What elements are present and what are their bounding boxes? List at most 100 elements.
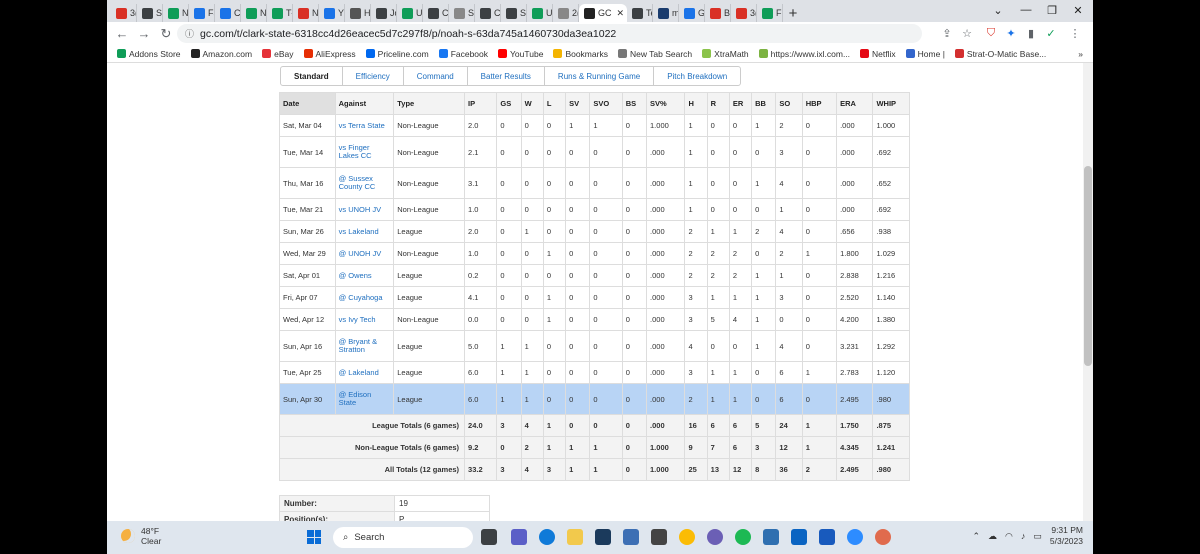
forward-icon[interactable]: → <box>133 24 155 44</box>
reload-icon[interactable]: ↻ <box>155 24 177 44</box>
app-icon[interactable] <box>707 529 723 545</box>
column-header[interactable]: SV <box>565 92 591 115</box>
weather-widget[interactable]: 48°F Clear <box>121 526 161 546</box>
opponent-link[interactable]: @ UNOH JV <box>334 242 395 265</box>
tab[interactable]: Fa <box>189 4 215 22</box>
table-row[interactable]: Sat, Mar 04 vs Terra State Non-League 2.0 0 0… <box>279 114 910 137</box>
tab[interactable]: N <box>241 4 267 22</box>
app-swirl-icon[interactable] <box>875 529 891 545</box>
bookmark-item[interactable]: Bookmarks <box>553 49 608 59</box>
new-tab-button[interactable]: + <box>783 4 803 22</box>
more-bookmarks-icon[interactable]: » <box>1078 49 1083 59</box>
column-header[interactable]: W <box>520 92 544 115</box>
bookmark-item[interactable]: Strat-O-Matic Base... <box>954 49 1046 59</box>
opponent-link[interactable]: vs UNOH JV <box>334 198 395 221</box>
back-icon[interactable]: ← <box>111 24 133 44</box>
subtab-command[interactable]: Command <box>404 67 468 85</box>
subtab-runs-running-game[interactable]: Runs & Running Game <box>545 67 655 85</box>
tab[interactable]: Bi <box>705 4 731 22</box>
column-header[interactable]: IP <box>464 92 498 115</box>
wifi-icon[interactable]: ◠ <box>1005 531 1013 542</box>
bookmark-item[interactable]: New Tab Search <box>617 49 692 59</box>
column-header[interactable]: BB <box>751 92 777 115</box>
bookmark-item[interactable]: Home | <box>905 49 945 59</box>
tab[interactable]: Yc <box>319 4 345 22</box>
file-explorer-icon[interactable] <box>567 529 583 545</box>
onedrive-icon[interactable]: ☁ <box>988 531 997 542</box>
taskbar-search[interactable]: ⌕ Search <box>333 527 473 548</box>
subtab-batter-results[interactable]: Batter Results <box>468 67 545 85</box>
calculator-icon[interactable] <box>651 529 667 545</box>
bookmark-item[interactable]: eBay <box>262 49 294 59</box>
battery-icon[interactable]: ▭ <box>1033 531 1042 542</box>
table-row[interactable]: Fri, Apr 07 @ Cuyahoga League 4.1 0 0 1 0 0 0.000… <box>279 286 910 309</box>
share-icon[interactable]: ⇪ <box>939 25 955 41</box>
column-header[interactable]: GS <box>496 92 522 115</box>
opponent-link[interactable]: vs Finger Lakes CC <box>334 136 395 168</box>
column-header[interactable]: R <box>706 92 730 115</box>
tab[interactable]: Cl <box>475 4 501 22</box>
notification-app-icon[interactable] <box>763 529 779 545</box>
tab[interactable]: Fi <box>757 4 783 22</box>
page-scrollbar[interactable] <box>1083 63 1093 521</box>
column-header[interactable]: SV% <box>646 92 686 115</box>
edge-icon[interactable] <box>539 529 555 545</box>
column-header[interactable]: ERA <box>836 92 874 115</box>
opponent-link[interactable]: @ Lakeland <box>334 361 395 384</box>
column-header[interactable]: WHIP <box>872 92 910 115</box>
bookmark-item[interactable]: XtraMath <box>702 49 749 59</box>
tab[interactable]: 2( <box>553 4 579 22</box>
tab[interactable]: 3( <box>111 4 137 22</box>
tab[interactable]: G <box>679 4 705 22</box>
tab[interactable]: U <box>527 4 553 22</box>
tab[interactable]: Tł <box>267 4 293 22</box>
tab[interactable]: m <box>653 4 679 22</box>
side-panel-icon[interactable]: ▮ <box>1023 25 1039 41</box>
opponent-link[interactable]: vs Ivy Tech <box>334 308 395 331</box>
column-header[interactable]: SVO <box>589 92 623 115</box>
opponent-link[interactable]: @ Sussex County CC <box>334 167 395 199</box>
bookmark-star-icon[interactable]: ☆ <box>959 25 975 41</box>
column-header[interactable]: H <box>684 92 708 115</box>
table-row[interactable]: Sat, Apr 01 @ Owens League 0.2 0 0 0 0 0 0.000 2 2 2… <box>279 264 910 287</box>
spotify-icon[interactable] <box>735 529 751 545</box>
column-header[interactable]: ER <box>728 92 753 115</box>
opponent-link[interactable]: @ Bryant & Stratton <box>334 330 395 362</box>
tab[interactable]: U <box>397 4 423 22</box>
bookmark-item[interactable]: https://www.ixl.com... <box>758 49 850 59</box>
opponent-link[interactable]: @ Edison State <box>334 383 395 415</box>
bookmark-item[interactable]: YouTube <box>498 49 543 59</box>
column-header[interactable]: HBP <box>801 92 838 115</box>
bookmark-item[interactable]: Priceline.com <box>365 49 429 59</box>
maximize-button[interactable]: ❐ <box>1039 0 1065 20</box>
extension-check-icon[interactable]: ✓ <box>1043 25 1059 41</box>
tab[interactable]: St <box>501 4 527 22</box>
table-row[interactable]: Sun, Apr 16 @ Bryant & Stratton League 5.0 1… <box>279 330 910 362</box>
bookmark-item[interactable]: Netflix <box>860 49 896 59</box>
chrome-icon[interactable] <box>679 529 695 545</box>
table-row[interactable]: Tue, Mar 14 vs Finger Lakes CC Non-League 2… <box>279 136 910 168</box>
column-header[interactable]: L <box>542 92 567 115</box>
zoom-icon[interactable] <box>847 529 863 545</box>
site-info-icon[interactable]: ⓘ <box>185 27 194 40</box>
clock[interactable]: 9:31 PM 5/3/2023 <box>1050 525 1083 547</box>
column-header[interactable]: Type <box>393 92 466 115</box>
chevron-up-icon[interactable]: ⌃ <box>972 531 980 542</box>
table-row[interactable]: Sun, Mar 26 vs Lakeland League 2.0 0 1 0 0 0 0.00… <box>279 220 910 243</box>
address-bar[interactable]: ⓘ gc.com/t/clark-state-6318cc4d26eacec5d… <box>177 24 922 43</box>
table-row[interactable]: Thu, Mar 16 @ Sussex County CC Non-League 3… <box>279 167 910 199</box>
column-header[interactable]: Date <box>279 92 336 115</box>
subtab-efficiency[interactable]: Efficiency <box>343 67 404 85</box>
tab[interactable]: Sr <box>449 4 475 22</box>
extension-shield-icon[interactable]: ⛉ <box>983 25 999 41</box>
tab[interactable]: H <box>345 4 371 22</box>
table-row[interactable]: Wed, Mar 29 @ UNOH JV Non-League 1.0 0 0 1 0 0 0.… <box>279 242 910 265</box>
volume-icon[interactable]: ♪ <box>1021 531 1026 541</box>
teams-icon[interactable] <box>511 529 527 545</box>
task-view-icon[interactable] <box>481 529 497 545</box>
bookmark-item[interactable]: Facebook <box>438 49 488 59</box>
bookmark-item[interactable]: Addons Store <box>117 49 181 59</box>
tab[interactable]: St <box>137 4 163 22</box>
table-row[interactable]: Tue, Apr 25 @ Lakeland League 6.0 1 1 0 0 0 0.000… <box>279 361 910 384</box>
scrollbar-thumb[interactable] <box>1084 166 1092 366</box>
